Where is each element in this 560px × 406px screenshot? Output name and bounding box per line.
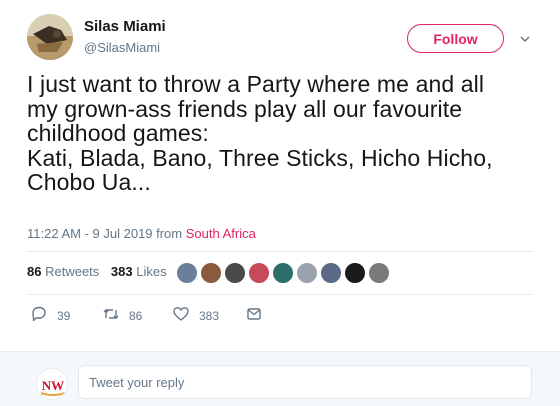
retweets-stat[interactable]: 86 Retweets: [27, 264, 99, 279]
likes-stat[interactable]: 383 Likes: [111, 264, 167, 279]
follow-button[interactable]: Follow: [407, 24, 504, 53]
current-user-avatar[interactable]: NW: [36, 368, 68, 400]
like-count: 383: [199, 308, 220, 323]
retweets-label: Retweets: [45, 264, 100, 279]
liker-avatar[interactable]: [224, 262, 246, 284]
retweet-button[interactable]: 86: [102, 305, 142, 323]
like-button[interactable]: 383: [172, 305, 219, 323]
tweet-timestamp: 11:22 AM - 9 Jul 2019 from South Africa: [27, 226, 256, 241]
liker-avatar[interactable]: [344, 262, 366, 284]
author-display-name[interactable]: Silas Miami: [84, 18, 166, 35]
reply-input[interactable]: Tweet your reply: [78, 365, 532, 399]
retweet-count: 86: [129, 308, 143, 323]
tweet-location[interactable]: South Africa: [186, 226, 256, 241]
tweet-line: childhood games:: [27, 120, 209, 146]
reply-count: 39: [57, 308, 71, 323]
avatar-image: [27, 14, 73, 60]
divider: [27, 294, 533, 295]
tweet-line: I just want to throw a Party where me an…: [27, 71, 485, 97]
nw-logo-text: NW: [42, 378, 64, 393]
heart-icon: [173, 307, 189, 321]
tweet-actions: 39 86 383: [0, 305, 560, 327]
likes-label: Likes: [136, 264, 167, 279]
reply-composer: NW Tweet your reply: [0, 351, 560, 406]
engagement-stats: 86 Retweets 383 Likes: [27, 264, 167, 279]
tweet-time-date[interactable]: 11:22 AM - 9 Jul 2019 from: [27, 226, 186, 241]
divider: [27, 251, 533, 252]
author-handle[interactable]: @SilasMiami: [84, 40, 160, 55]
envelope-icon: [247, 308, 261, 320]
liker-avatar[interactable]: [368, 262, 390, 284]
liker-avatar[interactable]: [200, 262, 222, 284]
direct-message-button[interactable]: [245, 305, 263, 323]
liker-avatar[interactable]: [176, 262, 198, 284]
tweet-line: Kati, Blada, Bano, Three Sticks, Hicho H…: [27, 144, 493, 171]
tweet-text: I just want to throw a Party where me an…: [27, 72, 537, 195]
liker-avatar[interactable]: [296, 262, 318, 284]
retweets-count: 86: [27, 264, 42, 279]
liker-avatar[interactable]: [320, 262, 342, 284]
tweet-line: Chobo Ua...: [27, 169, 151, 195]
liker-avatar[interactable]: [272, 262, 294, 284]
reply-icon: [32, 306, 46, 322]
chevron-down-icon[interactable]: [519, 33, 531, 45]
tweet-line: my grown-ass friends play all our favour…: [27, 95, 463, 122]
reply-button[interactable]: 39: [30, 305, 70, 323]
retweet-icon: [103, 309, 119, 319]
liker-avatar[interactable]: [248, 262, 270, 284]
nw-logo-icon: NW: [37, 369, 67, 399]
likes-count: 383: [110, 264, 133, 279]
author-avatar[interactable]: [27, 14, 73, 60]
